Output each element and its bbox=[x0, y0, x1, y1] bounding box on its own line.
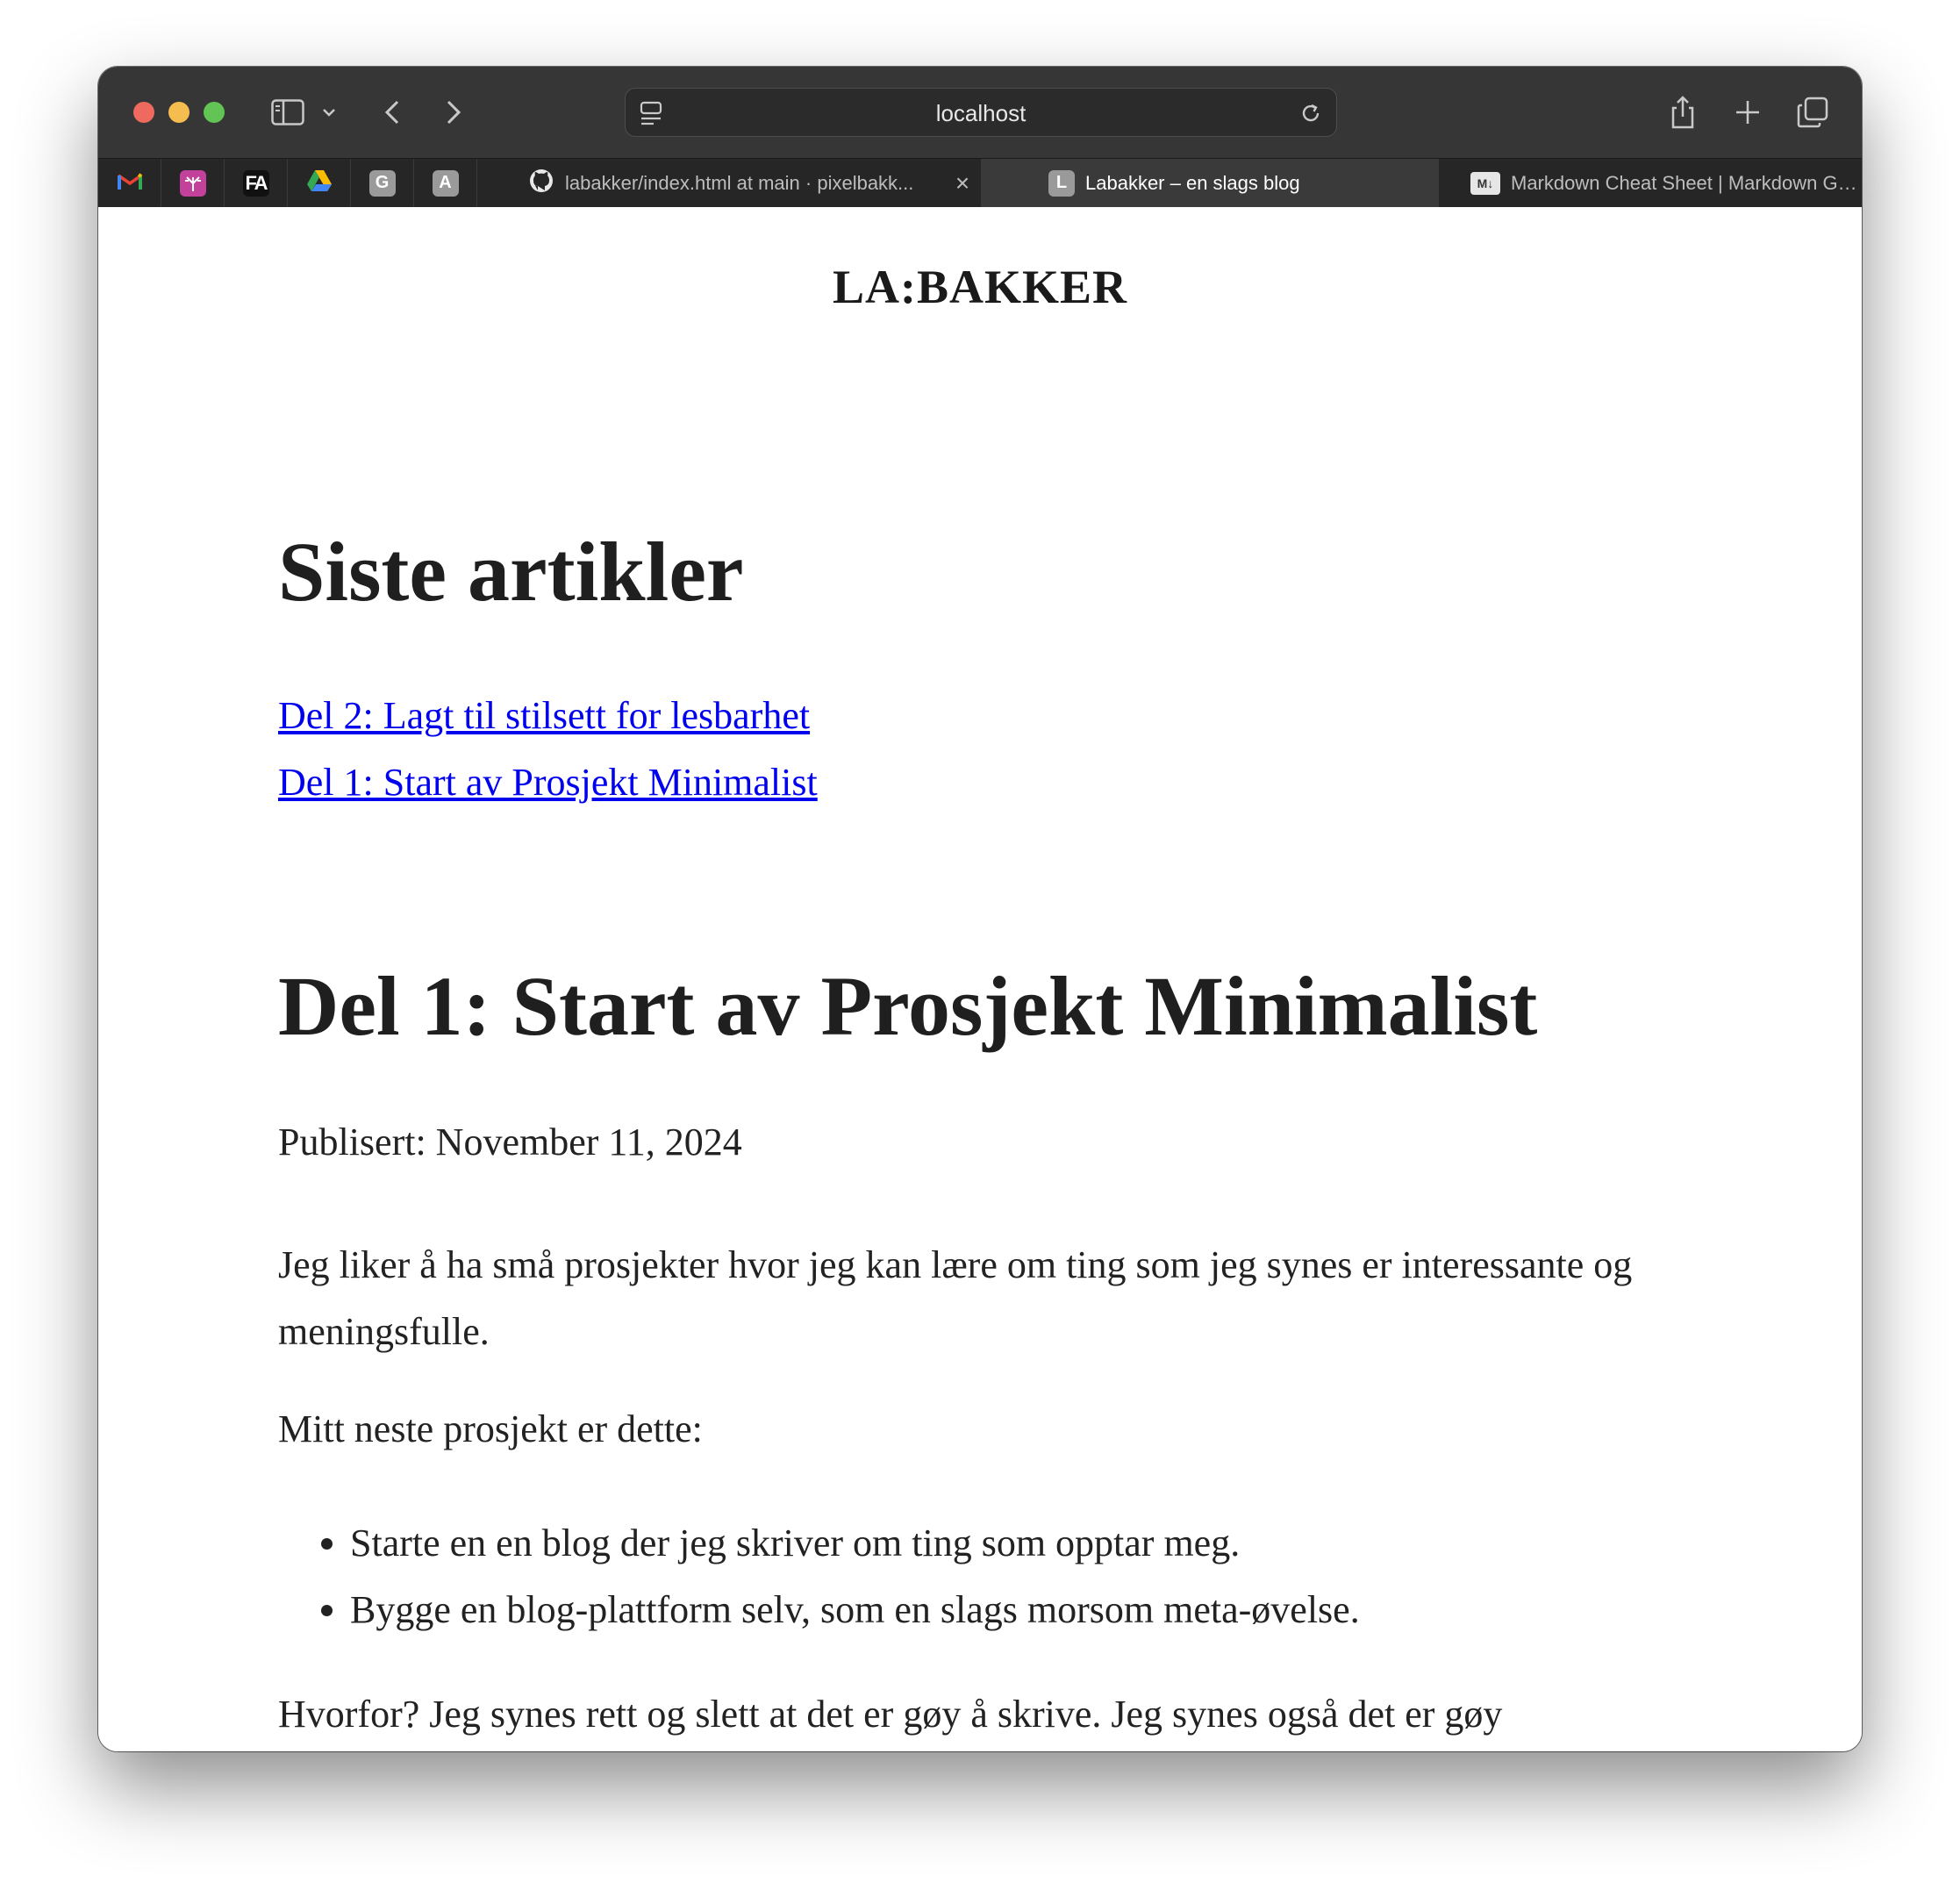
article-paragraph-3: Hvorfor? Jeg synes rett og slett at det … bbox=[278, 1693, 1503, 1736]
pinned-tab-fa[interactable]: FA bbox=[225, 159, 288, 207]
tab-label-markdown: Markdown Cheat Sheet | Markdown Gui... bbox=[1511, 171, 1862, 194]
article-title: Del 1: Start av Prosjekt Minimalist bbox=[278, 959, 1538, 1053]
tab-labakker[interactable]: L Labakker – en slags blog bbox=[982, 159, 1438, 207]
pinned-tab-drive[interactable] bbox=[288, 159, 351, 207]
article-link-del2[interactable]: Del 2: Lagt til stilsett for lesbarhet bbox=[278, 694, 810, 737]
browser-toolbar: localhost bbox=[98, 67, 1862, 158]
markdown-icon: M↓ bbox=[1470, 171, 1500, 195]
tab-label-github: labakker/index.html at main · pixelbakk.… bbox=[565, 171, 914, 194]
fa-icon: FA bbox=[242, 169, 269, 197]
publish-date: Publisert: November 11, 2024 bbox=[278, 1120, 742, 1163]
address-bar[interactable]: localhost bbox=[625, 88, 1337, 137]
recent-articles-list: Del 2: Lagt til stilsett for lesbarhet D… bbox=[278, 683, 818, 816]
minimize-window-button[interactable] bbox=[168, 102, 190, 123]
forward-icon[interactable] bbox=[440, 95, 467, 130]
reload-icon[interactable] bbox=[1298, 100, 1324, 126]
tab-label-labakker: Labakker – en slags blog bbox=[1085, 171, 1300, 194]
sidebar-toggle-icon[interactable] bbox=[268, 97, 307, 128]
maximize-window-button[interactable] bbox=[204, 102, 225, 123]
tab-markdown[interactable]: M↓ Markdown Cheat Sheet | Markdown Gui..… bbox=[1439, 159, 1862, 207]
web-page: LA:BAKKER Siste artikler Del 2: Lagt til… bbox=[98, 207, 1862, 1751]
list-item: Bygge en blog-plattform selv, som en sla… bbox=[350, 1577, 1360, 1643]
close-window-button[interactable] bbox=[133, 102, 154, 123]
gmail-icon bbox=[117, 170, 143, 196]
pinned-tab-a[interactable]: A bbox=[414, 159, 477, 207]
article-link-del1[interactable]: Del 1: Start av Prosjekt Minimalist bbox=[278, 761, 818, 804]
github-icon bbox=[528, 168, 554, 199]
tab-overview-icon[interactable] bbox=[1795, 95, 1830, 130]
pinned-tab-tree[interactable] bbox=[161, 159, 225, 207]
article-bullet-list: Starte en en blog der jeg skriver om tin… bbox=[278, 1510, 1360, 1643]
google-drive-icon bbox=[306, 169, 333, 197]
chevron-down-icon[interactable] bbox=[318, 102, 340, 123]
share-icon[interactable] bbox=[1667, 93, 1699, 132]
tree-icon bbox=[179, 169, 206, 197]
letter-l-icon: L bbox=[1048, 169, 1075, 197]
letter-g-icon: G bbox=[368, 169, 396, 197]
browser-window: localhost FA G A labakker/index.html at … bbox=[98, 67, 1862, 1751]
article-paragraph-2: Mitt neste prosjekt er dette: bbox=[278, 1407, 703, 1450]
back-icon[interactable] bbox=[379, 95, 405, 130]
pinned-tab-g[interactable]: G bbox=[351, 159, 414, 207]
article-paragraph-1: Jeg liker å ha små prosjekter hvor jeg k… bbox=[278, 1243, 1633, 1353]
recent-articles-heading: Siste artikler bbox=[278, 525, 744, 619]
site-title[interactable]: LA:BAKKER bbox=[98, 260, 1862, 314]
letter-a-icon: A bbox=[432, 169, 459, 197]
close-tab-icon[interactable]: × bbox=[949, 159, 976, 207]
list-item: Starte en en blog der jeg skriver om tin… bbox=[350, 1510, 1360, 1577]
list-item: Del 1: Start av Prosjekt Minimalist bbox=[278, 749, 818, 816]
pinned-tab-gmail[interactable] bbox=[98, 159, 161, 207]
tab-github[interactable]: labakker/index.html at main · pixelbakk.… bbox=[477, 159, 941, 207]
address-text[interactable]: localhost bbox=[626, 89, 1336, 138]
tab-bar: FA G A labakker/index.html at main · pix… bbox=[98, 158, 1862, 207]
new-tab-icon[interactable] bbox=[1732, 97, 1763, 128]
list-item: Del 2: Lagt til stilsett for lesbarhet bbox=[278, 683, 818, 749]
